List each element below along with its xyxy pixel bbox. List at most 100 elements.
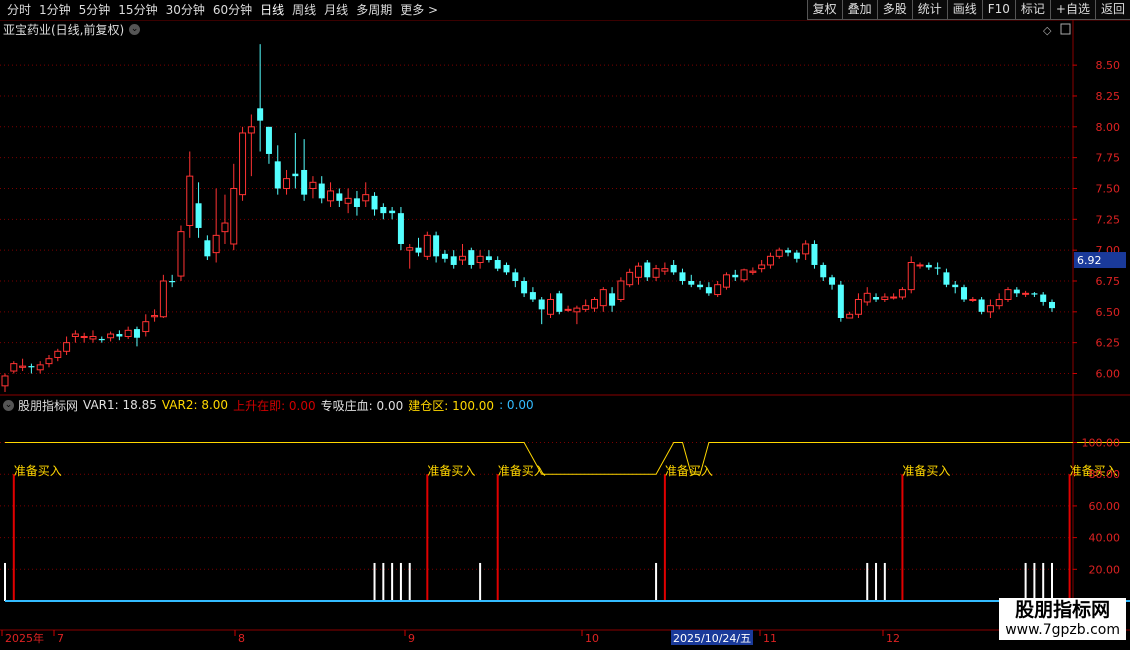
candle-body-up — [599, 289, 607, 307]
candle-body-up — [283, 178, 291, 189]
candle-body-down — [943, 272, 950, 285]
candle-body-up — [45, 358, 53, 365]
candle-body-down — [811, 243, 818, 265]
candle-body-up — [898, 289, 906, 298]
candle-body-up — [142, 321, 150, 333]
diamond-icon: ◇ — [1043, 24, 1052, 37]
mark-button[interactable]: 标记 — [1014, 0, 1050, 20]
tab-period-15min[interactable]: 15分钟 — [115, 0, 162, 20]
overlay-button[interactable]: 叠加 — [841, 0, 877, 20]
candle-body-down — [204, 240, 211, 257]
candle-body-up — [406, 247, 414, 251]
tab-period-more[interactable]: 更多 > — [397, 0, 443, 20]
candle-body-up — [986, 305, 994, 313]
candle-body-down — [961, 287, 968, 300]
tab-period-monthly[interactable]: 月线 — [321, 0, 353, 20]
candle-body-up — [775, 249, 783, 257]
candle-body-down — [28, 366, 35, 368]
period-tabs: 分时 1分钟 5分钟 15分钟 30分钟 60分钟 日线 周线 月线 多周期 更… — [4, 0, 443, 20]
price-tick-label: 8.50 — [1096, 59, 1121, 72]
candle-body-down — [265, 126, 272, 154]
candle-body-up — [151, 315, 159, 318]
candle-body-up — [54, 350, 62, 358]
tab-period-weekly[interactable]: 周线 — [289, 0, 321, 20]
chart-area: 准备买入准备买入准备买入准备买入准备买入准备买入准备买入 8.508.258.0… — [0, 20, 1130, 645]
tab-period-1min[interactable]: 1分钟 — [36, 0, 76, 20]
candle-body-down — [512, 272, 519, 281]
indicator-absorb: 专吸庄血: 0.00 — [320, 398, 404, 413]
tab-period-multi[interactable]: 多周期 — [353, 0, 397, 20]
candle-body-up — [582, 305, 590, 310]
candle-body-down — [785, 250, 792, 253]
date-label: 7 — [57, 632, 64, 645]
candle-body-down — [485, 256, 492, 261]
candle-body-up — [890, 296, 898, 299]
candle-body-down — [397, 213, 404, 244]
stats-button[interactable]: 统计 — [911, 0, 947, 20]
tab-period-5min[interactable]: 5分钟 — [76, 0, 116, 20]
candle-body-up — [652, 268, 660, 278]
buy-signal-label: 准备买入 — [427, 464, 475, 478]
candle-body-up — [344, 197, 352, 204]
price-tick-label: 7.00 — [1096, 244, 1121, 257]
candle-body-down — [468, 250, 475, 265]
indicator-var2: VAR2: 8.00 — [161, 398, 229, 412]
candle-body-up — [722, 274, 730, 288]
candle-body-down — [934, 267, 941, 269]
chevron-down-icon[interactable]: ⌄ — [3, 399, 14, 411]
tab-period-fenshi[interactable]: 分时 — [4, 0, 36, 20]
chart-title: 亚宝药业(日线,前复权) — [3, 22, 125, 37]
candle-body-up — [573, 307, 581, 313]
candle-body-up — [10, 363, 18, 372]
candle-body-down — [837, 284, 844, 318]
price-tick-label: 6.00 — [1096, 367, 1121, 380]
price-tick-label: 7.50 — [1096, 182, 1121, 195]
candle-body-up — [327, 190, 335, 202]
price-tick-label: 7.75 — [1096, 152, 1121, 165]
candle-body-up — [626, 271, 634, 286]
date-highlight-label: 2025/10/24/五 — [673, 632, 751, 645]
candle-body-down — [301, 169, 308, 195]
f10-button[interactable]: F10 — [981, 0, 1015, 20]
candle-body-down — [925, 264, 932, 268]
multi-stock-button[interactable]: 多股 — [876, 0, 912, 20]
candle-body-down — [829, 277, 836, 285]
current-price-label: 6.92 — [1077, 254, 1102, 267]
build-zone-line — [5, 442, 1130, 475]
tab-period-daily[interactable]: 日线 — [257, 0, 289, 20]
draw-button[interactable]: 画线 — [946, 0, 982, 20]
add-watchlist-button[interactable]: +自选 — [1049, 0, 1095, 20]
price-tick-label: 8.25 — [1096, 90, 1121, 103]
candle-body-up — [423, 234, 431, 257]
candle-body-up — [221, 222, 229, 233]
candle-body-up — [634, 265, 642, 278]
candle-body-up — [916, 264, 924, 267]
tab-period-30min[interactable]: 30分钟 — [163, 0, 210, 20]
candle-body-down — [441, 253, 448, 259]
date-label: 9 — [408, 632, 415, 645]
candle-body-up — [362, 194, 370, 202]
toolbar-buttons: 复权 叠加 多股 统计 画线 F10 标记 +自选 返回 — [806, 0, 1130, 20]
tab-period-60min[interactable]: 60分钟 — [210, 0, 257, 20]
price-tick-label: 6.50 — [1096, 306, 1121, 319]
candle-body-up — [19, 365, 27, 368]
candle-body-down — [978, 299, 985, 312]
adjust-button[interactable]: 复权 — [806, 0, 842, 20]
candle-body-up — [854, 298, 862, 315]
candle-body-up — [212, 234, 220, 254]
candle-body-up — [546, 298, 554, 315]
candle-body-down — [98, 338, 105, 341]
candle-body-up — [740, 269, 748, 281]
candle-body-up — [564, 308, 572, 311]
candle-body-down — [195, 203, 202, 228]
candle-body-down — [820, 264, 827, 278]
back-button[interactable]: 返回 — [1094, 0, 1130, 20]
indicator-name[interactable]: 股朋指标网 — [18, 397, 78, 414]
candle-body-down — [644, 262, 651, 278]
candle-body-up — [476, 255, 484, 263]
candle-body-down — [1013, 289, 1020, 294]
candle-body-up — [1, 375, 9, 387]
chevron-down-icon[interactable]: ⌄ — [129, 23, 141, 35]
candle-body-down — [450, 256, 457, 265]
candle-body-down — [389, 210, 396, 214]
